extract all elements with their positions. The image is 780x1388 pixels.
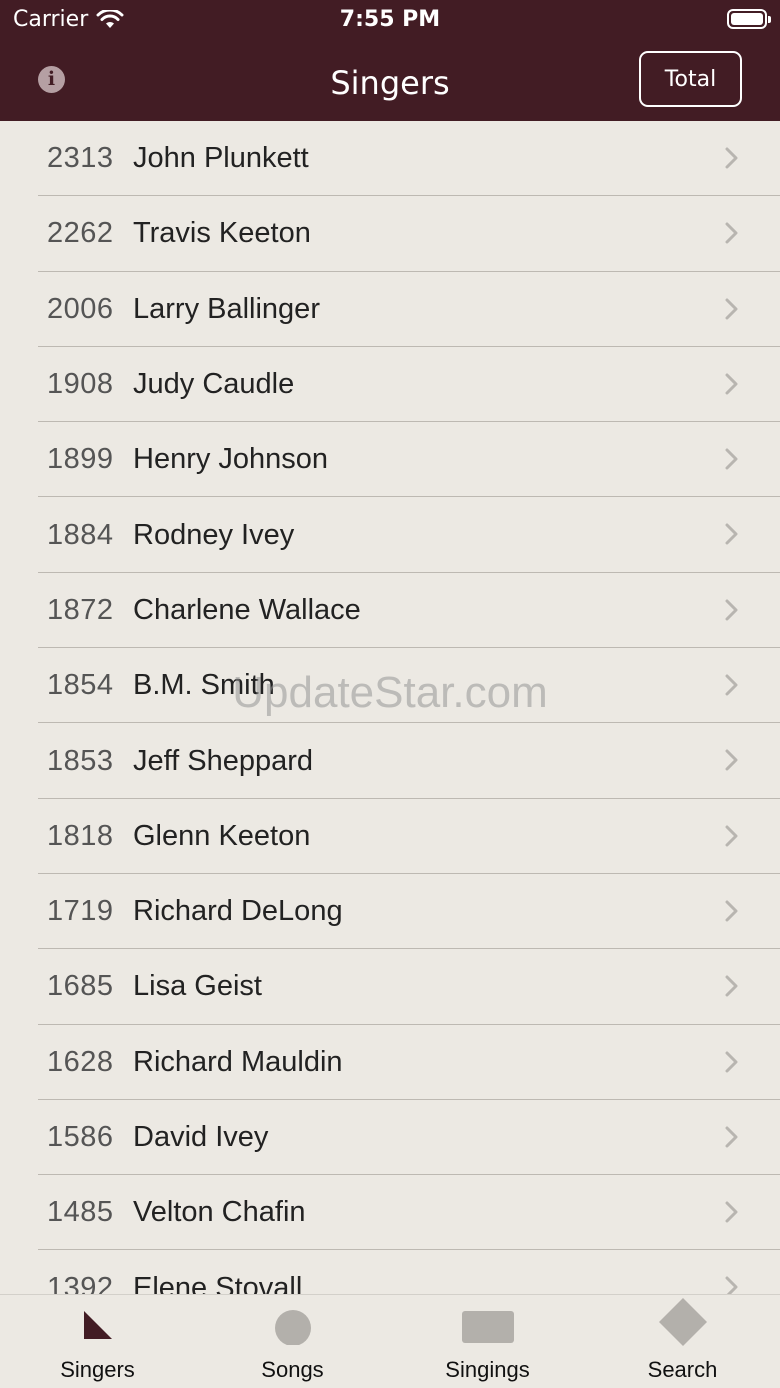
singer-row[interactable]: 1719 Richard DeLong [0, 874, 780, 950]
total-button[interactable]: Total [639, 51, 742, 107]
singer-count: 1818 [47, 819, 114, 852]
singer-row[interactable]: 1586 David Ivey [0, 1100, 780, 1176]
singer-name: Glenn Keeton [133, 819, 311, 852]
tab-singings[interactable]: Singings [390, 1295, 585, 1388]
diamond-icon [658, 1298, 707, 1346]
tab-singings-label: Singings [445, 1357, 530, 1382]
singer-name: B.M. Smith [133, 669, 275, 702]
singer-row[interactable]: 1818 Glenn Keeton [0, 799, 780, 875]
singer-name: Lisa Geist [133, 970, 262, 1003]
singer-count: 2262 [47, 217, 114, 250]
singer-name: Larry Ballinger [133, 292, 320, 325]
singer-count: 2006 [47, 292, 114, 325]
status-time: 7:55 PM [339, 7, 441, 32]
rectangle-icon [461, 1311, 514, 1343]
singer-name: Velton Chafin [133, 1196, 306, 1229]
singer-count: 1872 [47, 593, 114, 626]
chevron-right-icon [725, 373, 738, 395]
chevron-right-icon [725, 1276, 738, 1294]
singer-count: 2313 [47, 142, 114, 175]
singer-count: 1908 [47, 368, 114, 401]
triangle-icon [83, 1311, 112, 1339]
singer-count: 1854 [47, 669, 114, 702]
battery-icon [727, 9, 771, 29]
singer-name: Richard Mauldin [133, 1045, 343, 1078]
singer-name: Elene Stovall [133, 1271, 303, 1294]
singer-count: 1899 [47, 443, 114, 476]
singer-row[interactable]: 2313 John Plunkett [0, 121, 780, 197]
singer-name: Henry Johnson [133, 443, 329, 476]
chevron-right-icon [725, 298, 738, 320]
tab-bar: Singers Songs Singings Search [0, 1294, 780, 1388]
singer-count: 1628 [47, 1045, 114, 1078]
tab-songs[interactable]: Songs [195, 1295, 390, 1388]
status-bar: Carrier 7:55 PM [0, 0, 780, 40]
chevron-right-icon [725, 599, 738, 621]
chevron-right-icon [725, 222, 738, 244]
singer-count: 1485 [47, 1196, 114, 1229]
chevron-right-icon [725, 975, 738, 997]
chevron-right-icon [725, 825, 738, 847]
singer-row[interactable]: 1884 Rodney Ivey [0, 497, 780, 574]
singer-row[interactable]: 2006 Larry Ballinger [0, 272, 780, 348]
tab-search[interactable]: Search [585, 1295, 780, 1388]
tab-singers[interactable]: Singers [0, 1295, 195, 1388]
tab-songs-label: Songs [261, 1357, 324, 1382]
singer-count: 1884 [47, 518, 114, 551]
chevron-right-icon [725, 674, 738, 696]
chevron-right-icon [725, 147, 738, 169]
singer-count: 1685 [47, 970, 114, 1003]
singer-row[interactable]: 1392 Elene Stovall [0, 1250, 780, 1294]
singer-name: John Plunkett [133, 142, 309, 175]
singers-list[interactable]: 2313 John Plunkett 2262 Travis Keeton 2006 La… [0, 121, 780, 1294]
tab-search-label: Search [647, 1357, 718, 1382]
singer-name: Travis Keeton [133, 217, 311, 250]
singer-count: 1392 [47, 1271, 114, 1294]
chevron-right-icon [725, 749, 738, 771]
chevron-right-icon [725, 900, 738, 922]
chevron-right-icon [725, 1201, 738, 1223]
singer-row[interactable]: 2262 Travis Keeton [0, 196, 780, 272]
singer-row[interactable]: 1899 Henry Johnson [0, 422, 780, 498]
singer-row[interactable]: 1685 Lisa Geist [0, 949, 780, 1025]
singer-name: Rodney Ivey [133, 518, 295, 551]
singer-count: 1586 [47, 1121, 114, 1153]
singer-name: Jeff Sheppard [133, 744, 314, 777]
singer-count: 1719 [47, 895, 114, 928]
singer-row[interactable]: 1872 Charlene Wallace [0, 573, 780, 649]
singer-row[interactable]: 1908 Judy Caudle [0, 347, 780, 423]
singer-name: Richard DeLong [133, 895, 343, 928]
tab-singers-label: Singers [60, 1357, 135, 1382]
chevron-right-icon [725, 1126, 738, 1148]
singer-name: Judy Caudle [133, 368, 295, 401]
singer-row[interactable]: 1628 Richard Mauldin [0, 1025, 780, 1101]
chevron-right-icon [725, 523, 738, 545]
singer-name: Charlene Wallace [133, 593, 361, 626]
circle-icon [274, 1310, 311, 1345]
chevron-right-icon [725, 1051, 738, 1073]
singer-row[interactable]: 1854 B.M. Smith [0, 648, 780, 724]
navigation-bar: i Singers Total [0, 40, 780, 121]
singer-name: David Ivey [133, 1121, 269, 1153]
singer-count: 1853 [47, 744, 114, 777]
singer-row[interactable]: 1485 Velton Chafin [0, 1175, 780, 1251]
singer-row[interactable]: 1853 Jeff Sheppard [0, 723, 780, 799]
chevron-right-icon [725, 448, 738, 470]
